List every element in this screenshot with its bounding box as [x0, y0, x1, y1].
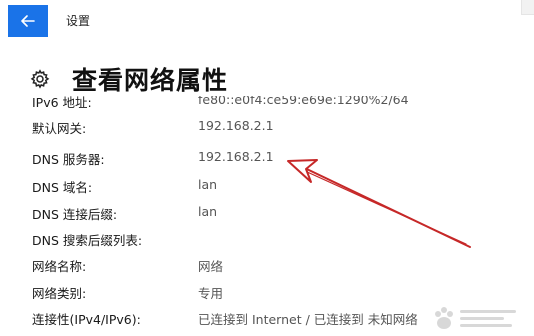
prop-label: 网络类别:: [32, 286, 87, 301]
page-title: 查看网络属性: [72, 66, 229, 95]
prop-value: 网络: [198, 259, 224, 274]
prop-row-connectivity: 连接性(IPv4/IPv6): 已连接到 Internet / 已连接到 未知网…: [0, 306, 534, 330]
prop-label: 连接性(IPv4/IPv6):: [32, 312, 141, 327]
prop-value: lan: [198, 177, 218, 192]
gear-icon: [30, 69, 50, 89]
prop-row-dns-suffix: DNS 连接后缀: lan: [0, 201, 534, 225]
back-button[interactable]: [8, 5, 48, 37]
prop-row-gateway: 默认网关: 192.168.2.1: [0, 115, 534, 139]
prop-row-dns-server: DNS 服务器: 192.168.2.1: [0, 146, 534, 170]
prop-label: DNS 服务器:: [32, 152, 105, 167]
network-properties-list: IPv6 地址: fe80::e0f4:ce59:e69e:1290%2/64 …: [0, 96, 534, 336]
prop-row-network-name: 网络名称: 网络: [0, 253, 534, 277]
title-bar: 设置: [0, 0, 534, 42]
prop-label: DNS 搜索后缀列表:: [32, 233, 143, 248]
prop-label: IPv6 地址:: [32, 96, 92, 110]
prop-value: 已连接到 Internet / 已连接到 未知网络: [198, 312, 418, 327]
prop-value: 192.168.2.1: [198, 118, 274, 133]
prop-row-ipv6: IPv6 地址: fe80::e0f4:ce59:e69e:1290%2/64: [0, 96, 534, 113]
prop-label: 网络名称:: [32, 259, 87, 274]
prop-row-dns-domain: DNS 域名: lan: [0, 174, 534, 198]
prop-value: 192.168.2.1: [198, 149, 274, 164]
app-title: 设置: [66, 14, 91, 28]
prop-value: 专用: [198, 286, 224, 301]
prop-label: DNS 连接后缀:: [32, 207, 118, 222]
prop-value: lan: [198, 204, 218, 219]
window-corner: [521, 0, 534, 15]
prop-label: DNS 域名:: [32, 180, 93, 195]
back-arrow-icon: [21, 15, 35, 27]
prop-row-network-category: 网络类别: 专用: [0, 280, 534, 304]
prop-row-dns-search-list: DNS 搜索后缀列表:: [0, 227, 534, 251]
page-header: 查看网络属性: [30, 62, 228, 96]
prop-value: fe80::e0f4:ce59:e69e:1290%2/64: [198, 96, 409, 107]
prop-label: 默认网关:: [32, 121, 87, 136]
